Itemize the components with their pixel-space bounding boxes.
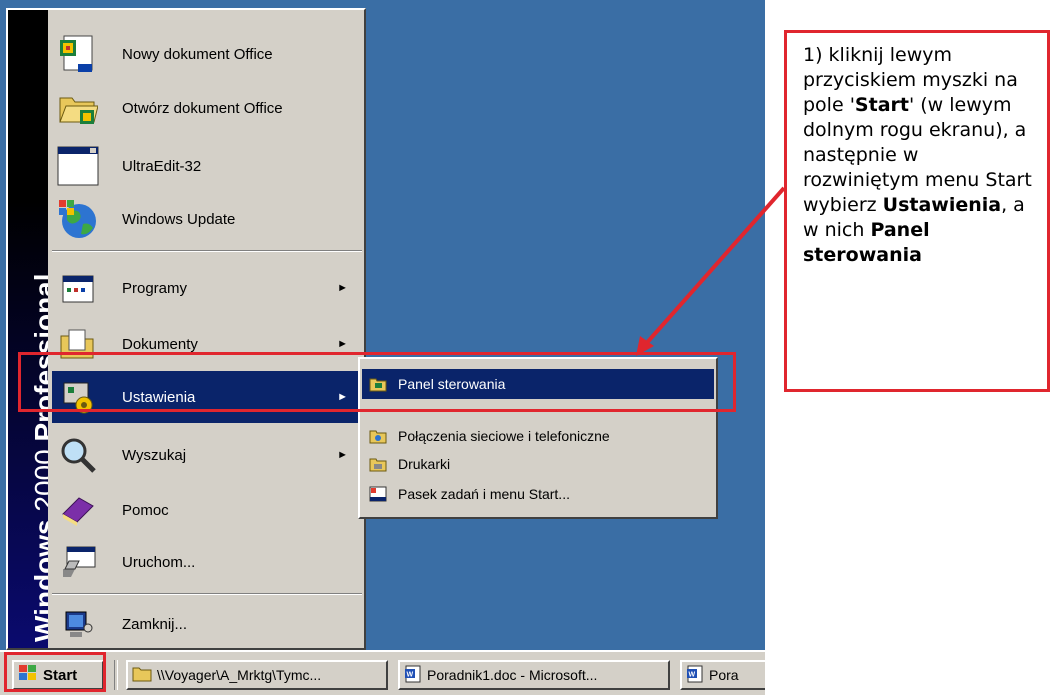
word-document-icon: W xyxy=(404,665,422,686)
menu-item-label: Wyszukaj xyxy=(122,446,187,464)
menu-item-programs[interactable]: Programy ► xyxy=(52,262,362,314)
taskbar-separator xyxy=(114,660,118,690)
menu-item-shutdown[interactable]: Zamknij... xyxy=(52,602,362,646)
windows-update-globe-icon xyxy=(56,197,100,241)
submenu-item-label: Panel sterowania xyxy=(398,376,506,392)
control-panel-icon xyxy=(368,374,388,394)
menu-item-label: Pomoc xyxy=(122,501,169,519)
start-button-label: Start xyxy=(43,666,78,684)
menu-separator xyxy=(52,593,362,595)
menu-item-label: Zamknij... xyxy=(122,615,188,633)
menu-item-new-office-document[interactable]: Nowy dokument Office xyxy=(52,30,362,78)
folder-icon xyxy=(132,666,152,685)
submenu-arrow-icon: ► xyxy=(337,282,348,294)
menu-item-search[interactable]: Wyszukaj ► xyxy=(52,428,362,482)
search-magnifier-icon xyxy=(56,433,100,477)
banner-word-windows: Windows xyxy=(29,519,48,642)
callout-bold-settings: Ustawienia xyxy=(882,194,1002,216)
banner-word-edition: Professional xyxy=(29,273,48,442)
programs-folder-icon xyxy=(56,266,100,310)
menu-item-label: Nowy dokument Office xyxy=(122,45,273,63)
settings-icon xyxy=(56,375,100,419)
submenu-item-taskbar-start-menu[interactable]: Pasek zadań i menu Start... xyxy=(362,479,714,509)
submenu-item-label: Pasek zadań i menu Start... xyxy=(398,486,570,502)
menu-item-label: Windows Update xyxy=(122,210,236,228)
menu-item-label: Programy xyxy=(122,279,188,297)
windows-logo-icon xyxy=(18,664,38,686)
desktop: Windows 2000 Professional Nowy dokument … xyxy=(0,0,765,695)
taskbar-button-label: Poradnik1.doc - Microsoft... xyxy=(427,667,598,683)
new-office-document-icon xyxy=(56,32,100,76)
shutdown-icon xyxy=(56,602,100,646)
svg-text:W: W xyxy=(689,671,696,678)
menu-item-label: Ustawienia xyxy=(122,388,196,406)
submenu-item-network-connections[interactable]: Połączenia sieciowe i telefoniczne xyxy=(362,421,714,451)
submenu-item-control-panel[interactable]: Panel sterowania xyxy=(362,369,714,399)
taskbar-button-explorer[interactable]: \\Voyager\A_Mrktg\Tymc... xyxy=(126,660,388,690)
svg-text:W: W xyxy=(407,671,414,678)
menu-item-ultraedit[interactable]: UltraEdit-32 xyxy=(52,140,362,192)
submenu-item-printers[interactable]: Drukarki xyxy=(362,449,714,479)
submenu-item-label: Drukarki xyxy=(398,456,451,472)
submenu-arrow-icon: ► xyxy=(337,449,348,461)
taskbar-button-word-document-2[interactable]: W Pora xyxy=(680,660,765,690)
menu-item-documents[interactable]: Dokumenty ► xyxy=(52,318,362,370)
menu-item-label: Dokumenty xyxy=(122,335,198,353)
submenu-arrow-icon: ► xyxy=(337,391,348,403)
open-office-document-icon xyxy=(56,86,100,130)
instruction-callout: 1) kliknij lewym przyciskiem myszki na p… xyxy=(784,30,1050,392)
settings-submenu: Panel sterowania Połączenia sieciowe i t… xyxy=(358,357,718,519)
help-book-icon xyxy=(56,488,100,532)
menu-item-label: Otwórz dokument Office xyxy=(122,99,283,117)
submenu-item-label: Połączenia sieciowe i telefoniczne xyxy=(398,428,610,444)
network-connections-icon xyxy=(368,426,388,446)
taskbar-button-label: \\Voyager\A_Mrktg\Tymc... xyxy=(157,667,322,683)
menu-separator xyxy=(52,250,362,252)
start-button[interactable]: Start xyxy=(12,660,104,690)
taskbar: Start \\Voyager\A_Mrktg\Tymc... W Poradn… xyxy=(0,650,765,695)
documents-folder-icon xyxy=(56,322,100,366)
banner-word-version: 2000 xyxy=(29,449,48,512)
taskbar-button-label: Pora xyxy=(709,667,739,683)
menu-item-open-office-document[interactable]: Otwórz dokument Office xyxy=(52,84,362,132)
printers-icon xyxy=(368,454,388,474)
banner-text: Windows 2000 Professional xyxy=(28,273,48,642)
start-menu: Windows 2000 Professional Nowy dokument … xyxy=(6,8,366,650)
menu-item-windows-update[interactable]: Windows Update xyxy=(52,194,362,244)
menu-item-settings[interactable]: Ustawienia ► xyxy=(52,371,362,423)
submenu-arrow-icon: ► xyxy=(337,338,348,350)
taskbar-start-menu-icon xyxy=(368,484,388,504)
run-icon xyxy=(56,540,100,584)
taskbar-button-word-document[interactable]: W Poradnik1.doc - Microsoft... xyxy=(398,660,670,690)
callout-bold-start: Start xyxy=(854,94,909,116)
ultraedit-icon xyxy=(56,144,100,188)
menu-item-run[interactable]: Uruchom... xyxy=(52,536,362,588)
windows-2000-professional-banner: Windows 2000 Professional xyxy=(8,10,48,648)
menu-item-help[interactable]: Pomoc xyxy=(52,484,362,536)
menu-item-label: Uruchom... xyxy=(122,553,196,571)
word-document-icon: W xyxy=(686,665,704,686)
menu-item-label: UltraEdit-32 xyxy=(122,157,202,175)
